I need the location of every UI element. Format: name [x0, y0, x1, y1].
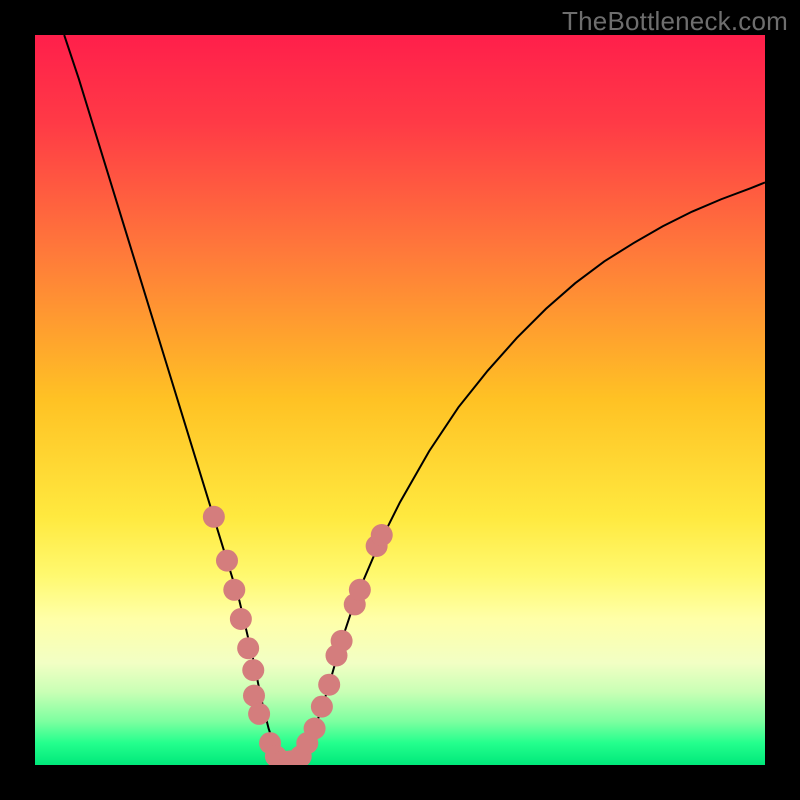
chart-background [35, 35, 765, 765]
highlight-dot [242, 659, 264, 681]
highlight-dot [318, 674, 340, 696]
highlight-dot [237, 637, 259, 659]
highlight-dot [203, 506, 225, 528]
highlight-dot [248, 703, 270, 725]
highlight-dot [349, 579, 371, 601]
highlight-dot [371, 524, 393, 546]
highlight-dot [311, 696, 333, 718]
highlight-dot [304, 718, 326, 740]
highlight-dot [216, 550, 238, 572]
highlight-dot [230, 608, 252, 630]
chart-frame: TheBottleneck.com [0, 0, 800, 800]
watermark-text: TheBottleneck.com [562, 6, 788, 37]
chart-plot [35, 35, 765, 765]
highlight-dot [223, 579, 245, 601]
highlight-dot [331, 630, 353, 652]
